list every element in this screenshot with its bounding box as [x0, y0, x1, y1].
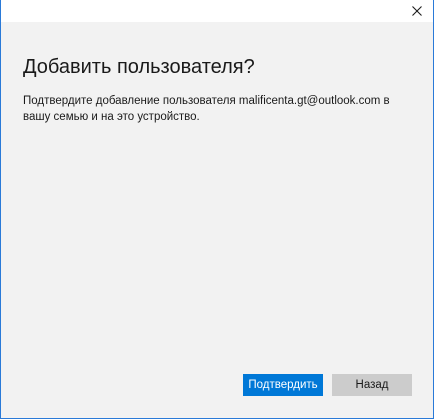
dialog-title: Добавить пользователя?	[23, 56, 255, 78]
dialog-message: Подтвердите добавление пользователя mali…	[23, 95, 390, 123]
title-bar	[1, 0, 433, 22]
add-user-dialog: Добавить пользователя? Подтвердите добав…	[0, 0, 434, 419]
back-button[interactable]: Назад	[332, 374, 412, 396]
confirm-button[interactable]: Подтвердить	[243, 374, 323, 396]
close-button[interactable]	[401, 0, 433, 22]
dialog-content: Добавить пользователя? Подтвердите добав…	[1, 22, 433, 418]
close-icon	[412, 6, 422, 16]
